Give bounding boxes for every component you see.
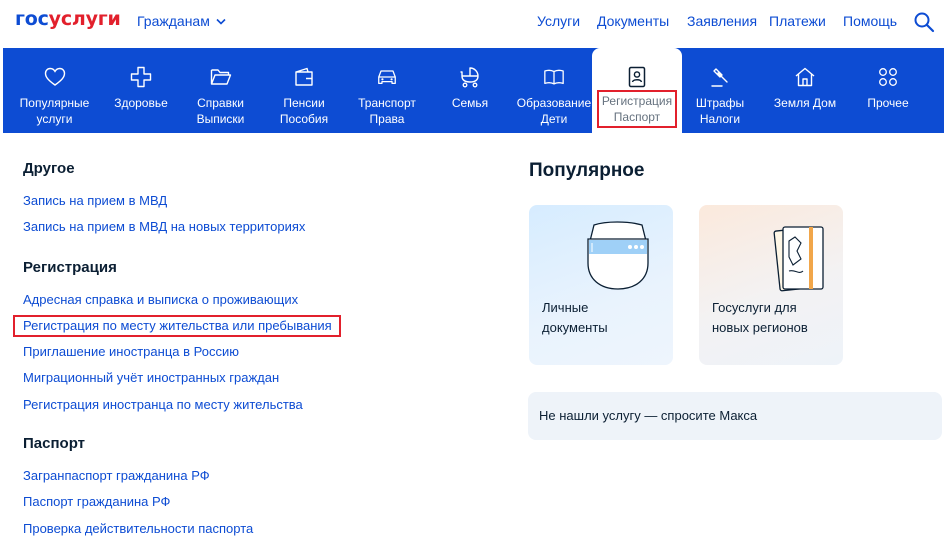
link-migration-registration[interactable]: Миграционный учёт иностранных граждан <box>23 370 279 385</box>
house-icon <box>794 66 816 88</box>
popular-title: Популярное <box>529 160 645 181</box>
category-pensions[interactable]: Пенсии Пособия <box>268 48 340 133</box>
category-family[interactable]: Семья <box>440 48 500 133</box>
category-registration-passport[interactable]: Регистрация Паспорт <box>592 48 682 133</box>
category-label: Транспорт Права <box>358 96 416 126</box>
health-cross-icon <box>130 66 152 88</box>
category-label: Популярные услуги <box>19 96 90 126</box>
heart-icon <box>44 66 66 88</box>
nav-help[interactable]: Помощь <box>843 13 897 29</box>
audience-label: Гражданам <box>137 13 210 29</box>
wallet-icon <box>293 66 315 88</box>
category-health[interactable]: Здоровье <box>106 48 176 133</box>
nav-services[interactable]: Услуги <box>537 13 580 29</box>
category-label: Земля Дом <box>773 96 837 110</box>
top-header: госуслуги Гражданам Услуги Документы Зая… <box>0 0 944 46</box>
nav-documents[interactable]: Документы <box>597 13 669 29</box>
documents-pocket-icon <box>587 221 649 290</box>
category-land-house[interactable]: Земля Дом <box>768 48 842 133</box>
category-transport[interactable]: Транспорт Права <box>349 48 425 133</box>
category-fines-taxes[interactable]: Штрафы Налоги <box>690 48 750 133</box>
category-label: Прочее <box>867 96 909 110</box>
book-icon <box>543 66 565 88</box>
category-label: Семья <box>451 96 489 110</box>
link-internal-passport[interactable]: Паспорт гражданина РФ <box>23 494 170 509</box>
chevron-down-icon <box>216 18 226 25</box>
gavel-icon <box>709 66 731 88</box>
section-title-other: Другое <box>23 160 75 177</box>
category-label: Справки Выписки <box>196 96 245 126</box>
car-icon <box>376 66 398 88</box>
search-icon[interactable] <box>913 11 935 33</box>
card-personal-documents[interactable]: Личные документы <box>529 205 673 365</box>
grid-icon <box>877 66 899 88</box>
logo-part-2: услуги <box>48 8 121 30</box>
logo-part-1: гос <box>15 8 49 30</box>
category-label: Образование Дети <box>516 96 592 126</box>
category-education[interactable]: Образование Дети <box>515 48 593 133</box>
section-title-passport: Паспорт <box>23 435 85 452</box>
ask-assistant-text: Не нашли услугу — спросите Макса <box>539 408 758 423</box>
link-mvd-appointment[interactable]: Запись на прием в МВД <box>23 193 167 208</box>
category-bar: Популярные услуги Здоровье Справки Выписки… <box>3 48 944 133</box>
category-popular[interactable]: Популярные услуги <box>3 48 106 133</box>
stroller-icon <box>459 66 481 88</box>
link-mvd-appointment-new-territories[interactable]: Запись на прием в МВД на новых территори… <box>23 219 305 234</box>
category-label: Штрафы Налоги <box>695 96 745 126</box>
category-certificates[interactable]: Справки Выписки <box>183 48 258 133</box>
document-with-map-icon <box>773 226 824 292</box>
link-registration-residence[interactable]: Регистрация по месту жительства или преб… <box>23 318 332 333</box>
category-label: Здоровье <box>114 96 168 110</box>
card-label: Госуслуги для новых регионов <box>712 300 808 335</box>
audience-selector[interactable]: Гражданам <box>137 13 226 29</box>
passport-icon <box>626 66 648 88</box>
card-new-regions[interactable]: Госуслуги для новых регионов <box>699 205 843 365</box>
link-foreigner-invitation[interactable]: Приглашение иностранца в Россию <box>23 344 239 359</box>
nav-payments[interactable]: Платежи <box>769 13 826 29</box>
link-passport-validity-check[interactable]: Проверка действительности паспорта <box>23 521 253 536</box>
link-foreign-passport[interactable]: Загранпаспорт гражданина РФ <box>23 468 210 483</box>
link-address-certificate[interactable]: Адресная справка и выписка о проживающих <box>23 292 298 307</box>
category-label: Пенсии Пособия <box>279 96 329 126</box>
section-title-registration: Регистрация <box>23 259 117 276</box>
folder-icon <box>210 66 232 88</box>
category-other[interactable]: Прочее <box>858 48 918 133</box>
gosuslugi-logo[interactable]: госуслуги <box>15 8 121 30</box>
nav-applications[interactable]: Заявления <box>687 13 757 29</box>
category-label: Регистрация Паспорт <box>596 90 678 128</box>
link-foreigner-residence-registration[interactable]: Регистрация иностранца по месту жительст… <box>23 397 303 412</box>
card-label: Личные документы <box>542 300 608 335</box>
ask-assistant-box[interactable]: Не нашли услугу — спросите Макса <box>528 392 942 440</box>
